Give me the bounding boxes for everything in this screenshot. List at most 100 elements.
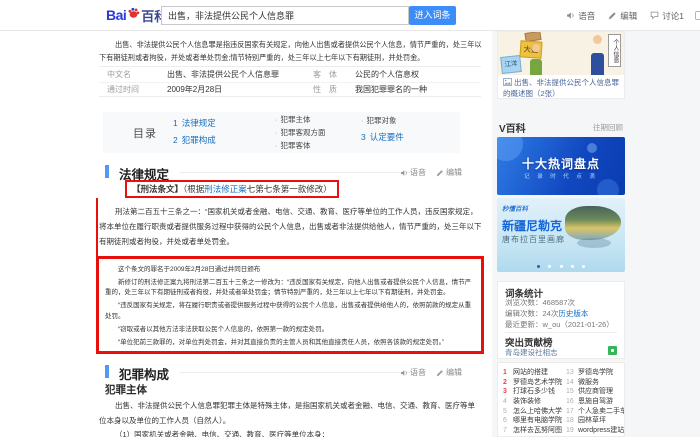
banner-brand: 秒懂百科 [502,206,528,213]
baidu-paw-icon [127,6,140,19]
banner-decoration [587,143,597,153]
history-versions-link[interactable]: 历史版本 [558,309,588,318]
carousel-dots [497,264,625,268]
hot-list-right-column: 13 罗德岛学院 14 微服务 15 供应商管理 16 恩施自驾游 17 个人急卖二手车 … [566,368,624,436]
cartoon-thief-head [532,44,540,52]
infobox-value: 公民的个人信息权 [355,70,419,79]
infobox-value: 2009年2月28日 [167,85,223,94]
toc-title: 目录 [133,128,157,140]
vbaike-more-link[interactable]: 往期回顾 [593,122,623,133]
search-input[interactable] [161,6,409,25]
island-reflection [577,238,611,248]
section-header-crime: 犯罪构成 语音 编辑 [95,364,490,382]
more-icon[interactable] [695,11,700,20]
stats-views: 浏览次数：468587次 [505,298,576,307]
island-illustration [565,206,621,240]
baike-page: Bai 百科 进入词条 语音 [0,0,700,437]
voice-icon [400,369,408,377]
infobox-value: 我国犯罪罪名的一种 [355,85,427,94]
infobox-label: 通过时间 [107,85,139,94]
voice-icon [400,169,408,177]
hot-list-item[interactable]: 3 打球石多少钱 [503,387,565,397]
law-box-paragraph: “窃取或者以其他方法非法获取公民个人信息的，依照第一款的规定处罚。 [118,325,329,333]
toc-item-crime[interactable]: 2 犯罪构成 [173,134,216,146]
hot-words-banner[interactable]: 十大热词盘点 记 录 时 代 点 滴 [497,137,625,195]
section-voice-action[interactable]: 语音 [400,167,426,178]
annotation-box-statute: 【刑法条文】（根据刑法修正案七第七条第一款修改） [125,180,339,198]
enter-entry-button[interactable]: 进入词条 [409,6,456,25]
toc-item-criteria[interactable]: 3 认定要件 [361,131,404,143]
section-header-law: 法律规定 语音 编辑 [95,164,490,182]
toc-item-law[interactable]: 1 法律规定 [173,117,216,129]
hot-list-item[interactable]: 6 哪里有电脑学院 [503,416,565,426]
pencil-icon [436,169,444,177]
infobox-label: 性 质 [313,85,337,94]
crime-paragraph: （1）国家机关或者金融、电信、交通、教育、医疗等单位本身： [115,430,330,437]
nileke-banner[interactable]: 秒懂百科 新疆尼勒克 唐布拉百里画廊 [497,198,625,272]
hot-list-item[interactable]: 16 恩施自驾游 [566,397,624,407]
hot-list-item[interactable]: 19 wordpress建站 [566,426,624,436]
edit-action[interactable]: 编辑 [608,10,637,22]
cartoon-thief [530,59,542,75]
annotation-vertical-line [96,198,98,256]
section-actions: 语音 编辑 [400,367,462,378]
law-box-paragraph: “违反国家有关规定，将在履行职责或者提供服务过程中获得的公民个人信息，出售或者提… [105,302,472,320]
pencil-icon [436,369,444,377]
voice-action[interactable]: 语音 [566,10,595,22]
pencil-icon [608,11,617,20]
banner-title: 新疆尼勒克 [502,219,563,233]
section-actions: 语音 编辑 [400,167,462,178]
logo-bai-text: Bai [106,7,127,23]
image-icon [503,78,512,86]
stats-updated: 最近更新：w_ou（2021-01-26） [505,320,614,329]
section-divider [179,172,410,173]
discuss-action[interactable]: 讨论1 [650,10,684,22]
carousel-dot[interactable] [559,265,563,268]
contributor-badge-icon [608,346,617,355]
statute-label: 【刑法条文】 [132,184,184,194]
baidu-baike-logo[interactable]: Bai 百科 [106,5,167,25]
toc-sub-objective[interactable]: 犯罪客观方面 [275,127,326,138]
chat-bubble-icon [650,11,659,20]
hot-list-item[interactable]: 14 微服务 [566,378,624,388]
hot-list-item[interactable]: 17 个人急卖二手车 [566,407,624,417]
amendment-link[interactable]: 刑法修正案 [204,184,247,194]
hot-list-item[interactable]: 7 怎样去瓦努阿图 [503,426,565,436]
cartoon-sign: 个人信息 [608,34,621,67]
section-marker [105,365,109,378]
stats-divider [505,332,617,333]
hot-list-item[interactable]: 1 网站的搭建 [503,368,565,378]
infobox-value: 出售、非法提供公民个人信息罪 [167,70,279,79]
cartoon-man [591,53,604,75]
hot-list-item[interactable]: 18 园林草坪 [566,416,624,426]
section-marker [105,165,109,178]
entry-stats-card: 词条统计 浏览次数：468587次 编辑次数：24次历史版本 最近更新：w_ou… [497,281,625,359]
table-of-contents: 目录 1法律规定 2犯罪构成 犯罪主体 犯罪客观方面 犯罪客体 犯罪对象 3认定… [103,112,460,153]
overview-image[interactable]: 大盗 江洋 个人信息 [498,32,624,75]
carousel-dot[interactable] [570,265,574,268]
overview-caption[interactable]: 出售、非法提供公民个人信息罪的概述图（2张） [503,78,621,99]
hot-list-item[interactable]: 2 罗德岛艺术学院 [503,378,565,388]
section-edit-action[interactable]: 编辑 [436,367,462,378]
toc-sub-object[interactable]: 犯罪客体 [275,140,311,151]
cartoon-box-jiangyang: 江洋 [500,55,522,74]
section-edit-action[interactable]: 编辑 [436,167,462,178]
section-voice-action[interactable]: 语音 [400,367,426,378]
hot-list-item[interactable]: 13 罗德岛学院 [566,368,624,378]
cartoon-man-head [593,35,602,44]
article-intro: 出售、非法提供公民个人信息罪是指违反国家有关规定，向他人出售或者提供公民个人信息… [99,40,482,62]
hot-list-item[interactable]: 15 供应商管理 [566,387,624,397]
hot-list-item[interactable]: 5 怎么上哈佛大学 [503,407,565,417]
toc-sub-subject[interactable]: 犯罪主体 [275,114,311,125]
hot-list-item[interactable]: 4 装饰装修 [503,397,565,407]
contributor-link[interactable]: 青岛建设社相志 [505,347,558,358]
carousel-dot[interactable] [548,265,552,268]
infobox-label: 客 体 [313,70,337,79]
carousel-dot[interactable] [582,265,586,268]
banner-subtitle: 记 录 时 代 点 滴 [524,174,598,180]
stats-edits: 编辑次数：24次历史版本 [505,309,589,318]
toc-sub-target[interactable]: 犯罪对象 [361,115,397,126]
carousel-dot[interactable] [536,265,540,268]
vbaike-header: V百科 往期回顾 [499,120,623,135]
law-box-paragraph: “单位犯前三款罪的，对单位判处罚金，并对其直接负责的主管人员和其他直接责任人员，… [118,338,445,346]
